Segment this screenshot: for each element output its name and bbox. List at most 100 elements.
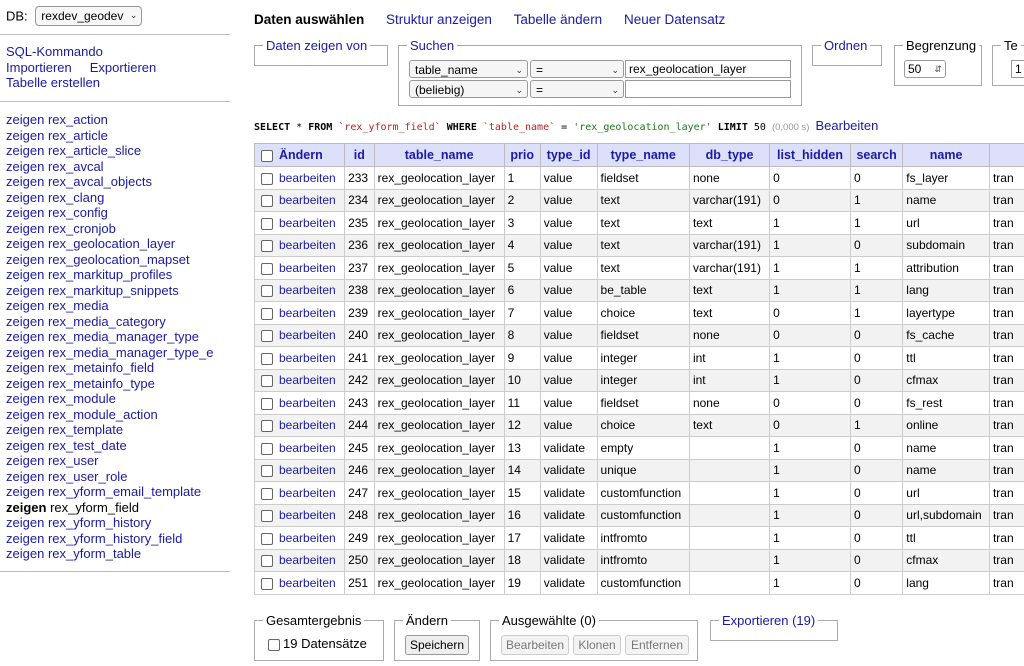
cell-name[interactable]: url <box>902 481 990 505</box>
cell-next-column[interactable]: tran <box>988 526 1024 550</box>
cell-table-name[interactable]: rex_geolocation_layer <box>373 548 505 572</box>
cell-id[interactable]: 244 <box>344 413 375 437</box>
cell-search[interactable]: 0 <box>849 503 904 527</box>
tab-show-structure[interactable]: Struktur anzeigen <box>386 12 492 27</box>
cell-db-type[interactable]: text <box>688 211 771 235</box>
cell-next-column[interactable]: tran <box>988 368 1024 392</box>
table-name-link[interactable]: rex_user_role <box>48 469 128 484</box>
cell-next-column[interactable]: tran <box>988 391 1024 415</box>
cell-prio[interactable]: 12 <box>503 413 541 437</box>
col-header-type-id[interactable]: type_id <box>539 143 598 167</box>
cell-id[interactable]: 239 <box>344 301 375 325</box>
cell-db-type[interactable]: none <box>688 391 771 415</box>
cell-type-id[interactable]: validate <box>539 548 598 572</box>
import-link[interactable]: Importieren <box>6 60 72 76</box>
cell-search[interactable]: 1 <box>849 278 904 302</box>
show-table-link[interactable]: zeigen <box>6 143 44 158</box>
table-name-link[interactable]: rex_cronjob <box>48 221 116 236</box>
clone-selected-button[interactable]: Klonen <box>573 635 621 655</box>
table-name-link[interactable]: rex_template <box>48 422 123 437</box>
show-table-link[interactable]: zeigen <box>6 314 44 329</box>
search-column-select-2[interactable]: (beliebig) ⌄ <box>409 80 528 98</box>
row-checkbox[interactable] <box>261 510 273 523</box>
export-results-link[interactable]: Exportieren (19) <box>722 613 815 628</box>
table-name-link[interactable]: rex_geolocation_mapset <box>48 252 190 267</box>
cell-db-type[interactable] <box>688 503 771 527</box>
cell-list-hidden[interactable]: 1 <box>769 256 851 280</box>
cell-search[interactable]: 1 <box>849 256 904 280</box>
cell-name[interactable]: online <box>902 413 990 437</box>
cell-search[interactable]: 0 <box>849 458 904 482</box>
show-table-link[interactable]: zeigen <box>6 128 44 143</box>
show-table-link[interactable]: zeigen <box>6 391 44 406</box>
cell-list-hidden[interactable]: 0 <box>769 301 851 325</box>
show-table-link[interactable]: zeigen <box>6 360 44 375</box>
row-checkbox[interactable] <box>261 262 273 275</box>
cell-id[interactable]: 246 <box>344 458 375 482</box>
cell-name[interactable]: cfmax <box>902 548 990 572</box>
row-edit-link[interactable]: bearbeiten <box>279 441 336 455</box>
table-name-link[interactable]: rex_yform_history_field <box>48 531 182 546</box>
cell-type-id[interactable]: value <box>539 391 598 415</box>
cell-next-column[interactable]: tran <box>988 301 1024 325</box>
cell-prio[interactable]: 17 <box>503 526 541 550</box>
row-checkbox[interactable] <box>261 330 273 343</box>
cell-list-hidden[interactable]: 0 <box>769 166 851 190</box>
cell-type-id[interactable]: validate <box>539 503 598 527</box>
cell-list-hidden[interactable]: 0 <box>769 323 851 347</box>
cell-search[interactable]: 0 <box>849 391 904 415</box>
cell-prio[interactable]: 14 <box>503 458 541 482</box>
cell-db-type[interactable]: varchar(191) <box>688 233 771 257</box>
cell-name[interactable]: fs_rest <box>902 391 990 415</box>
cell-table-name[interactable]: rex_geolocation_layer <box>373 233 505 257</box>
cell-table-name[interactable]: rex_geolocation_layer <box>373 391 505 415</box>
cell-name[interactable]: fs_layer <box>902 166 990 190</box>
table-name-link[interactable]: rex_media_manager_type <box>48 329 199 344</box>
cell-name[interactable]: lang <box>902 278 990 302</box>
cell-next-column[interactable]: tran <box>988 256 1024 280</box>
row-edit-link[interactable]: bearbeiten <box>279 418 336 432</box>
table-name-link[interactable]: rex_clang <box>48 190 104 205</box>
cell-search[interactable]: 1 <box>849 188 904 212</box>
cell-type-name[interactable]: integer <box>596 346 690 370</box>
cell-type-id[interactable]: validate <box>539 571 598 595</box>
col-header-type-name[interactable]: type_name <box>596 143 690 167</box>
col-header-prio[interactable]: prio <box>503 143 541 167</box>
row-checkbox[interactable] <box>261 465 273 478</box>
show-table-link[interactable]: zeigen <box>6 500 46 515</box>
row-checkbox[interactable] <box>261 532 273 545</box>
row-checkbox[interactable] <box>261 285 273 298</box>
cell-prio[interactable]: 1 <box>503 166 541 190</box>
col-header-search[interactable]: search <box>849 143 904 167</box>
cell-table-name[interactable]: rex_geolocation_layer <box>373 571 505 595</box>
cell-name[interactable]: subdomain <box>902 233 990 257</box>
show-columns-link[interactable]: Daten zeigen von <box>266 38 367 53</box>
cell-type-id[interactable]: value <box>539 166 598 190</box>
cell-table-name[interactable]: rex_geolocation_layer <box>373 323 505 347</box>
tab-select-data[interactable]: Daten auswählen <box>254 12 364 27</box>
cell-type-id[interactable]: validate <box>539 436 598 460</box>
cell-search[interactable]: 0 <box>849 368 904 392</box>
cell-search[interactable]: 0 <box>849 436 904 460</box>
tab-alter-table[interactable]: Tabelle ändern <box>514 12 603 27</box>
cell-search[interactable]: 1 <box>849 413 904 437</box>
show-table-link[interactable]: zeigen <box>6 267 44 282</box>
cell-type-id[interactable]: value <box>539 346 598 370</box>
show-table-link[interactable]: zeigen <box>6 159 44 174</box>
cell-search[interactable]: 0 <box>849 323 904 347</box>
show-table-link[interactable]: zeigen <box>6 453 44 468</box>
table-name-link[interactable]: rex_media <box>48 298 109 313</box>
cell-db-type[interactable]: text <box>688 413 771 437</box>
cell-type-name[interactable]: text <box>596 233 690 257</box>
row-checkbox[interactable] <box>261 555 273 568</box>
cell-list-hidden[interactable]: 1 <box>769 481 851 505</box>
row-checkbox[interactable] <box>261 420 273 433</box>
row-edit-link[interactable]: bearbeiten <box>279 486 336 500</box>
cell-list-hidden[interactable]: 1 <box>769 458 851 482</box>
cell-list-hidden[interactable]: 0 <box>769 413 851 437</box>
cell-type-name[interactable]: customfunction <box>596 571 690 595</box>
show-table-link[interactable]: zeigen <box>6 515 44 530</box>
cell-prio[interactable]: 19 <box>503 571 541 595</box>
row-checkbox[interactable] <box>261 195 273 208</box>
cell-prio[interactable]: 13 <box>503 436 541 460</box>
